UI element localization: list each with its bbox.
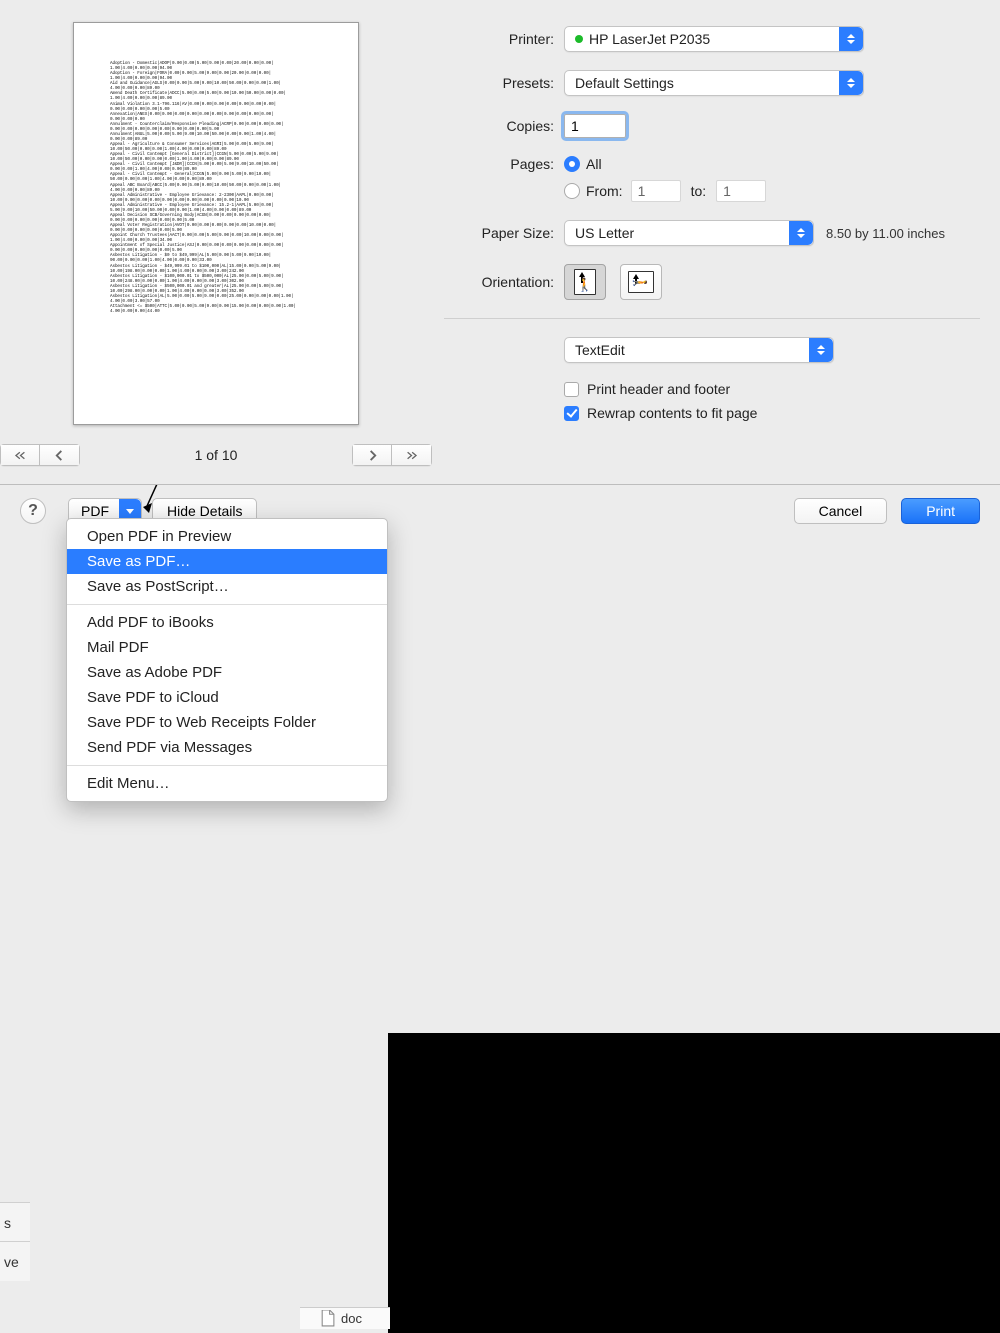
preview-prev-button[interactable]	[40, 444, 80, 466]
preview-next-last-group	[352, 444, 432, 466]
rewrap-contents-checkbox[interactable]	[564, 406, 579, 421]
preview-page-indicator: 1 of 10	[80, 447, 352, 463]
print-header-footer-label: Print header and footer	[587, 381, 730, 397]
background-black-area	[388, 1033, 1000, 1333]
orientation-landscape-button[interactable]: 🚶	[620, 264, 662, 300]
menu-separator	[67, 604, 387, 605]
pages-to-input[interactable]	[716, 180, 766, 202]
pages-all-radio[interactable]	[564, 156, 580, 172]
pages-from-label: From:	[586, 183, 623, 199]
background-file-stub: doc	[300, 1307, 390, 1329]
cancel-button[interactable]: Cancel	[794, 498, 888, 524]
pdf-button-label: PDF	[81, 503, 109, 519]
preview-first-button[interactable]	[0, 444, 40, 466]
presets-select[interactable]: Default Settings	[564, 70, 864, 96]
print-preview-pane: Adoption - Domestic|ADOP|0.00|0.00|5.00|…	[0, 8, 432, 466]
help-button[interactable]: ?	[20, 498, 46, 524]
menu-save-to-web-receipts[interactable]: Save PDF to Web Receipts Folder	[67, 710, 387, 735]
landscape-icon: 🚶	[628, 271, 654, 293]
chevron-updown-icon	[809, 338, 833, 362]
chevron-updown-icon	[839, 27, 863, 51]
background-text-stub: s	[0, 1202, 30, 1242]
preview-last-button[interactable]	[392, 444, 432, 466]
copies-label: Copies:	[444, 118, 564, 134]
print-button[interactable]: Print	[901, 498, 980, 524]
paper-size-value: US Letter	[575, 225, 634, 241]
menu-save-as-postscript[interactable]: Save as PostScript…	[67, 574, 387, 599]
app-options-select[interactable]: TextEdit	[564, 337, 834, 363]
portrait-icon: 🚶	[574, 269, 596, 295]
pdf-menu: Open PDF in Preview Save as PDF… Save as…	[66, 518, 388, 802]
printer-select[interactable]: HP LaserJet P2035	[564, 26, 864, 52]
paper-size-label: Paper Size:	[444, 225, 564, 241]
pages-from-input[interactable]	[631, 180, 681, 202]
background-text-stub: ve	[0, 1241, 30, 1281]
printer-status-dot	[575, 35, 583, 43]
preview-text: Adoption - Domestic|ADOP|0.00|0.00|5.00|…	[110, 61, 348, 314]
printer-value: HP LaserJet P2035	[589, 31, 710, 47]
menu-edit-menu[interactable]: Edit Menu…	[67, 771, 387, 796]
preview-page-thumbnail: Adoption - Domestic|ADOP|0.00|0.00|5.00|…	[73, 22, 359, 425]
presets-label: Presets:	[444, 75, 564, 91]
paper-size-info: 8.50 by 11.00 inches	[826, 226, 945, 241]
orientation-label: Orientation:	[444, 274, 564, 290]
preview-first-prev-group	[0, 444, 80, 466]
menu-save-as-adobe-pdf[interactable]: Save as Adobe PDF	[67, 660, 387, 685]
copies-input[interactable]	[564, 114, 626, 138]
menu-open-in-preview[interactable]: Open PDF in Preview	[67, 524, 387, 549]
presets-value: Default Settings	[575, 75, 674, 91]
menu-add-to-ibooks[interactable]: Add PDF to iBooks	[67, 610, 387, 635]
menu-save-as-pdf[interactable]: Save as PDF…	[67, 549, 387, 574]
chevron-updown-icon	[839, 71, 863, 95]
menu-separator	[67, 765, 387, 766]
printer-label: Printer:	[444, 31, 564, 47]
pages-label: Pages:	[444, 156, 564, 172]
paper-size-select[interactable]: US Letter	[564, 220, 814, 246]
orientation-portrait-button[interactable]: 🚶	[564, 264, 606, 300]
menu-send-via-messages[interactable]: Send PDF via Messages	[67, 735, 387, 760]
chevron-updown-icon	[789, 221, 813, 245]
pages-to-label: to:	[691, 183, 707, 199]
preview-next-button[interactable]	[352, 444, 392, 466]
menu-mail-pdf[interactable]: Mail PDF	[67, 635, 387, 660]
document-icon	[320, 1310, 335, 1327]
print-header-footer-checkbox[interactable]	[564, 382, 579, 397]
pages-all-label: All	[586, 156, 602, 172]
app-options-value: TextEdit	[575, 342, 625, 358]
rewrap-contents-label: Rewrap contents to fit page	[587, 405, 757, 421]
pages-range-radio[interactable]	[564, 183, 580, 199]
settings-divider	[444, 318, 980, 319]
menu-save-to-icloud[interactable]: Save PDF to iCloud	[67, 685, 387, 710]
print-settings-pane: Printer: HP LaserJet P2035 Presets: Defa…	[432, 8, 1000, 466]
